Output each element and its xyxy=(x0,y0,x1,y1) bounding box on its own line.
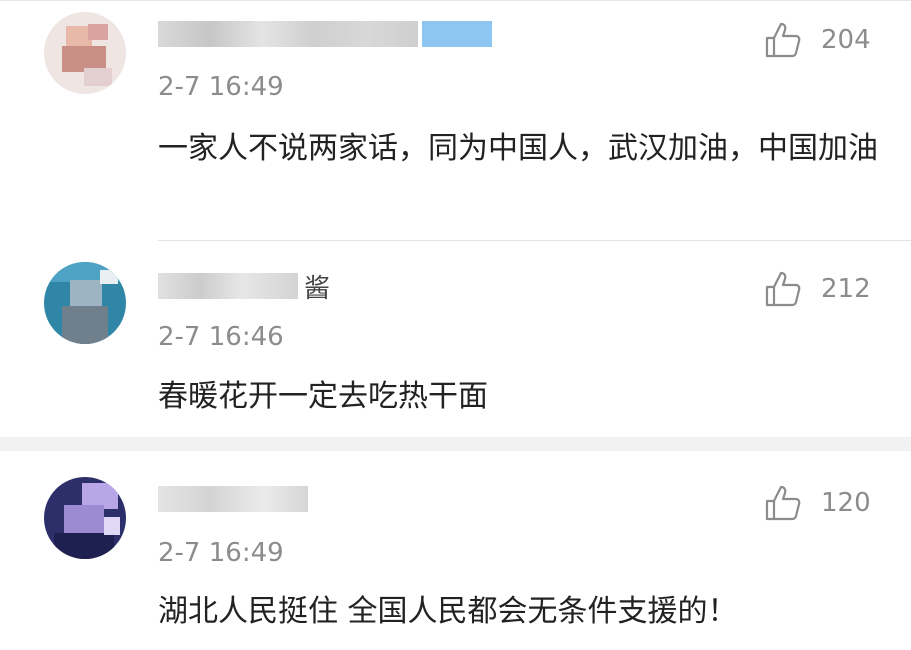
avatar[interactable] xyxy=(44,12,126,94)
username-visible-part: 酱 xyxy=(304,273,331,304)
comment-text: 一家人不说两家话，同为中国人，武汉加油，中国加油 xyxy=(158,131,878,166)
comment-time: 2-7 16:49 xyxy=(158,538,284,568)
thumbs-up-icon xyxy=(765,271,801,307)
avatar[interactable] xyxy=(44,477,126,559)
comment-divider xyxy=(158,240,911,241)
like-count: 204 xyxy=(821,25,871,55)
like-button[interactable]: 204 xyxy=(763,20,871,60)
thumbs-up-icon xyxy=(765,485,801,521)
username[interactable] xyxy=(158,486,308,512)
blurred-username xyxy=(158,21,418,47)
blurred-badge xyxy=(422,21,492,47)
avatar[interactable] xyxy=(44,262,126,344)
comment-time: 2-7 16:46 xyxy=(158,322,284,352)
comment-card-group-2: 120 2-7 16:49 湖北人民挺住 全国人民都会无条件支援的！ xyxy=(0,451,911,650)
like-button[interactable]: 120 xyxy=(763,483,871,523)
blurred-username xyxy=(158,273,298,299)
comment-time: 2-7 16:49 xyxy=(158,72,284,102)
like-button[interactable]: 212 xyxy=(763,269,871,309)
comment-text: 湖北人民挺住 全国人民都会无条件支援的！ xyxy=(158,594,738,629)
thumbs-up-icon xyxy=(765,22,801,58)
username[interactable]: 酱 xyxy=(158,273,330,304)
top-divider xyxy=(0,0,911,1)
comment-text: 春暖花开一定去吃热干面 xyxy=(158,379,488,414)
blurred-username xyxy=(158,486,308,512)
username[interactable] xyxy=(158,21,492,47)
like-count: 212 xyxy=(821,274,871,304)
like-count: 120 xyxy=(821,488,871,518)
comment-card-group-1: 204 2-7 16:49 一家人不说两家话，同为中国人，武汉加油，中国加油 酱… xyxy=(0,0,911,437)
